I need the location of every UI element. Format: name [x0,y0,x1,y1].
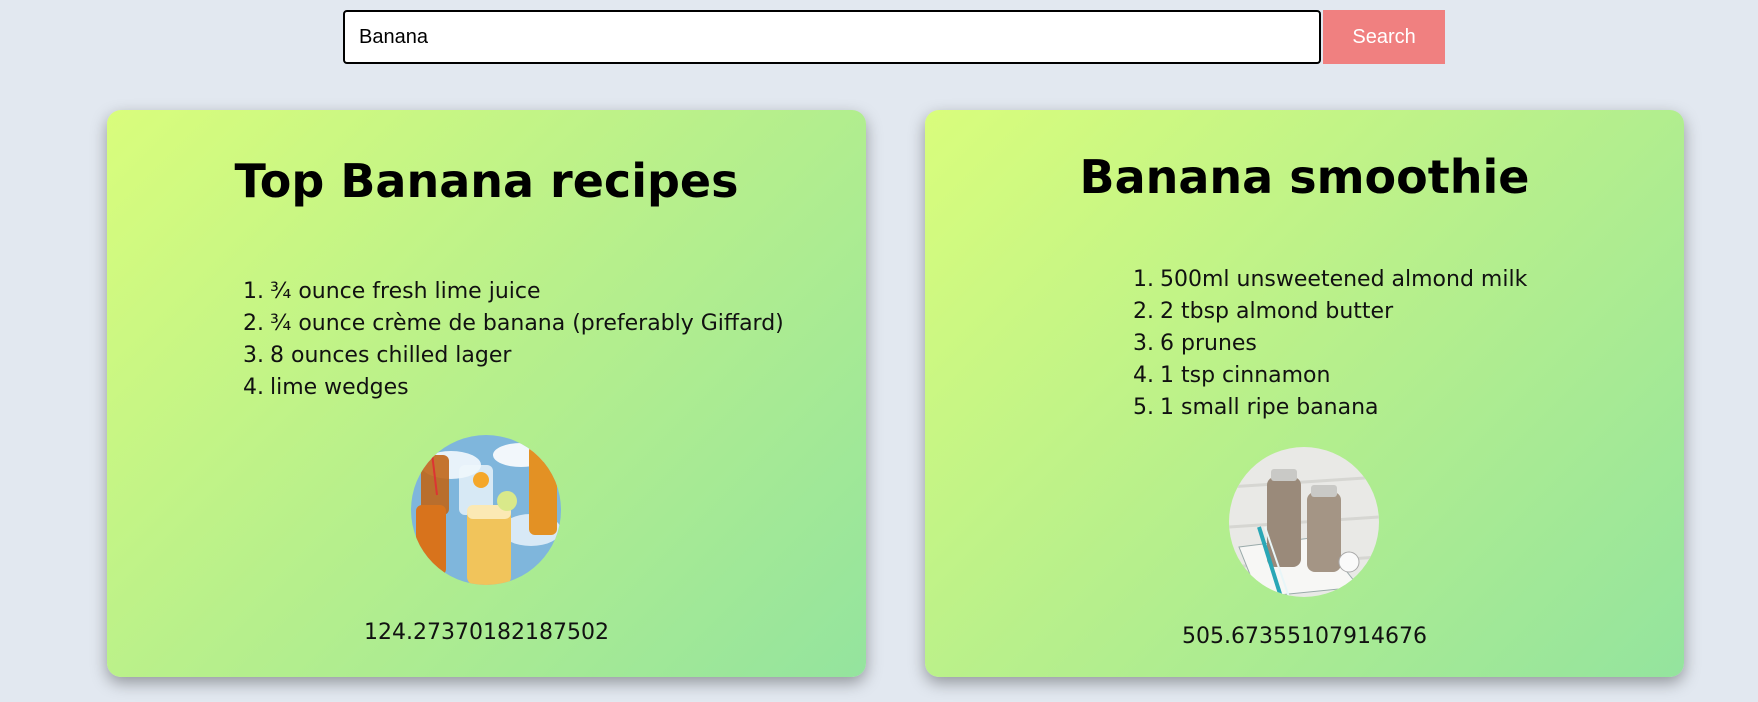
recipe-card: Top Banana recipes 1. ¾ ounce fresh lime … [107,110,866,677]
ingredient-item: 3. 8 ounces chilled lager [243,343,512,368]
ingredient-item: 2. ¾ ounce crème de banana (preferably Gi… [243,311,784,336]
ingredient-item: 4. lime wedges [243,375,409,400]
ingredient-list: 1. 500ml unsweetened almond milk 2. 2 tbsp… [1133,264,1527,424]
search-button[interactable]: Search [1323,10,1445,64]
recipe-card: Banana smoothie 1. 500ml unsweetened almo… [925,110,1684,677]
recipe-value: 505.67355107914676 [1182,624,1427,649]
ingredient-item: 5. 1 small ripe banana [1133,395,1379,420]
ingredient-item: 1. 500ml unsweetened almond milk [1133,267,1528,292]
recipe-image [411,435,561,585]
recipe-title: Top Banana recipes [234,154,739,208]
ingredient-item: 2. 2 tbsp almond butter [1133,299,1394,324]
recipe-image [1229,447,1379,597]
ingredient-item: 3. 6 prunes [1133,331,1257,356]
search-input[interactable] [343,10,1322,64]
recipe-title: Banana smoothie [1079,150,1530,204]
recipe-value: 124.27370182187502 [364,620,609,645]
search-bar: Search [343,10,1445,64]
ingredient-list: 1. ¾ ounce fresh lime juice 2. ¾ ounce crè… [243,276,784,404]
ingredient-item: 4. 1 tsp cinnamon [1133,363,1331,388]
ingredient-item: 1. ¾ ounce fresh lime juice [243,279,541,304]
